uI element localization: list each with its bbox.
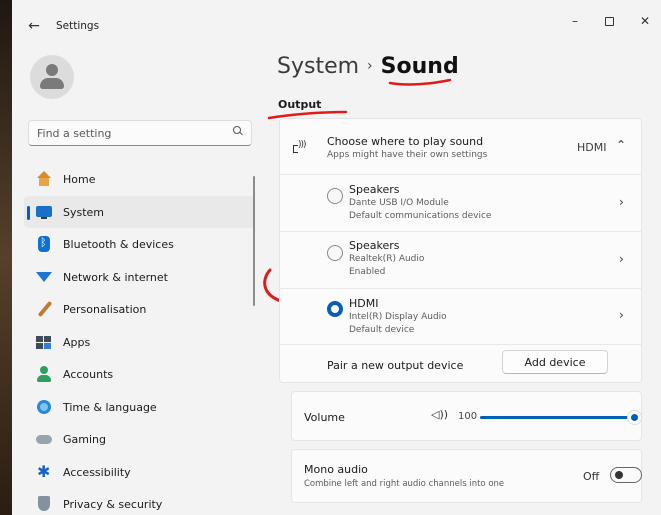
desktop-edge <box>0 0 12 515</box>
device-name: Speakers <box>349 239 400 252</box>
chevron-right-icon[interactable]: › <box>619 252 624 266</box>
pair-device-row: Pair a new output device Add device <box>280 345 641 383</box>
volume-slider-thumb[interactable] <box>627 410 642 425</box>
choose-output-title: Choose where to play sound <box>327 135 484 148</box>
device-status: Default device <box>349 325 415 335</box>
choose-output-row[interactable]: Choose where to play sound Apps might ha… <box>280 119 641 175</box>
speaker-icon <box>293 140 309 155</box>
mono-audio-state: Off <box>583 470 600 483</box>
mono-audio-toggle[interactable] <box>610 467 642 483</box>
device-name: HDMI <box>349 297 379 310</box>
volume-slider-track[interactable] <box>480 416 636 419</box>
current-output-device: HDMI <box>577 141 607 154</box>
device-driver: Dante USB I/O Module <box>349 198 449 208</box>
chevron-up-icon[interactable]: ⌃ <box>616 138 626 152</box>
chevron-right-icon[interactable]: › <box>619 195 624 209</box>
mono-audio-subtitle: Combine left and right audio channels in… <box>304 479 505 489</box>
device-radio[interactable] <box>327 188 343 204</box>
choose-output-subtitle: Apps might have their own settings <box>327 150 488 160</box>
device-driver: Intel(R) Display Audio <box>349 312 447 322</box>
device-radio-selected[interactable] <box>327 301 343 317</box>
device-driver: Realtek(R) Audio <box>349 254 425 264</box>
output-device-row[interactable]: Speakers Realtek(R) Audio Enabled › <box>280 232 641 289</box>
volume-value: 100 <box>458 411 478 422</box>
output-device-row[interactable]: Speakers Dante USB I/O Module Default co… <box>280 175 641 232</box>
mono-audio-card: Mono audio Combine left and right audio … <box>291 449 642 503</box>
volume-label: Volume <box>304 411 345 424</box>
output-device-row-selected[interactable]: HDMI Intel(R) Display Audio Default devi… <box>280 289 641 345</box>
device-name: Speakers <box>349 183 400 196</box>
volume-card: Volume ◁)) 100 <box>291 391 642 441</box>
add-device-button[interactable]: Add device <box>502 350 608 374</box>
chevron-right-icon[interactable]: › <box>619 308 624 322</box>
device-radio[interactable] <box>327 245 343 261</box>
device-status: Enabled <box>349 267 386 277</box>
device-status: Default communications device <box>349 211 492 221</box>
output-card: Choose where to play sound Apps might ha… <box>279 118 642 383</box>
pair-device-label: Pair a new output device <box>327 359 464 372</box>
volume-icon[interactable]: ◁)) <box>431 408 448 421</box>
annotation-underline-sound <box>388 78 452 86</box>
settings-window: ← Settings – ✕ Find a setting Home Syste… <box>12 0 661 515</box>
mono-audio-title: Mono audio <box>304 463 368 476</box>
